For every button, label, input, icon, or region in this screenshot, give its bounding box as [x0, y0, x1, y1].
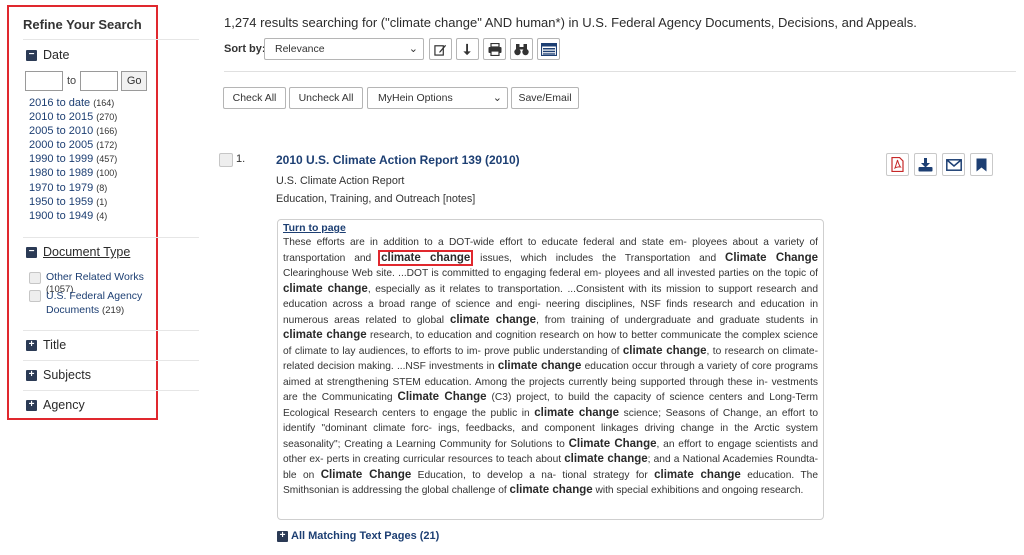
- myhein-label: MyHein Options: [378, 92, 453, 104]
- printer-icon: [488, 42, 501, 56]
- facet-title-toggle[interactable]: + Title: [26, 338, 66, 352]
- sort-select[interactable]: Relevance ⌄: [264, 38, 424, 60]
- snippet-text: These efforts are in addition to a DOT-w…: [283, 237, 819, 496]
- edit-search-button[interactable]: [429, 38, 452, 60]
- divider: [23, 39, 199, 40]
- facet-doc-type-label: Document Type: [43, 245, 131, 259]
- facet-agency-label: Agency: [43, 398, 85, 412]
- divider: [224, 71, 1016, 72]
- facet-date-toggle[interactable]: − Date: [26, 48, 69, 62]
- facet-subjects-toggle[interactable]: + Subjects: [26, 368, 91, 382]
- plus-icon: +: [26, 399, 37, 411]
- sort-label: Sort by:: [224, 43, 266, 55]
- pdf-icon: [891, 157, 904, 172]
- bookmark-icon: [976, 158, 987, 171]
- minus-icon: −: [26, 49, 37, 61]
- date-range-link[interactable]: 1950 to 1959 (1): [29, 195, 117, 209]
- date-range-link[interactable]: 1990 to 1999 (457): [29, 152, 117, 166]
- facet-agency-toggle[interactable]: + Agency: [26, 398, 85, 412]
- divider: [23, 390, 199, 391]
- myhein-options-select[interactable]: MyHein Options ⌄: [367, 87, 508, 109]
- date-range-list: 2016 to date (164) 2010 to 2015 (270) 20…: [29, 96, 117, 223]
- doc-type-option[interactable]: U.S. Federal Agency Documents (219): [29, 289, 142, 318]
- chevron-down-icon: ⌄: [492, 92, 502, 104]
- result-checkbox[interactable]: [219, 153, 233, 167]
- facet-subjects-label: Subjects: [43, 368, 91, 382]
- email-button[interactable]: [942, 153, 965, 176]
- refine-search-panel: Refine Your Search − Date to Go 2016 to …: [7, 5, 199, 420]
- result-section: Education, Training, and Outreach [notes…: [276, 193, 476, 205]
- date-range-link[interactable]: 2005 to 2010 (166): [29, 124, 117, 138]
- date-range-link[interactable]: 1980 to 1989 (100): [29, 166, 117, 180]
- result-title-link[interactable]: 2010 U.S. Climate Action Report 139 (201…: [276, 153, 520, 167]
- search-within-button[interactable]: [510, 38, 533, 60]
- date-to-input[interactable]: [80, 71, 119, 91]
- uncheck-all-button[interactable]: Uncheck All: [289, 87, 363, 109]
- bookmark-button[interactable]: [970, 153, 993, 176]
- download-icon: [918, 157, 933, 171]
- all-matching-pages-link[interactable]: + All Matching Text Pages (21): [277, 530, 439, 542]
- minus-icon: −: [26, 246, 37, 258]
- download-button[interactable]: [914, 153, 937, 176]
- save-email-button[interactable]: Save/Email: [511, 87, 579, 109]
- results-headline: 1,274 results searching for ("climate ch…: [224, 15, 917, 30]
- all-matching-label: All Matching Text Pages (21): [291, 530, 440, 542]
- date-range-link[interactable]: 2000 to 2005 (172): [29, 138, 117, 152]
- result-number: 1.: [236, 153, 246, 165]
- plus-icon: +: [277, 530, 288, 542]
- date-range-link[interactable]: 1970 to 1979 (8): [29, 181, 117, 195]
- checkbox[interactable]: [29, 290, 41, 302]
- edit-icon: [434, 44, 447, 56]
- chevron-down-icon: ⌄: [408, 43, 418, 55]
- refine-title: Refine Your Search: [23, 17, 142, 32]
- plus-icon: +: [26, 369, 37, 381]
- facet-title-label: Title: [43, 338, 67, 352]
- checkbox[interactable]: [29, 272, 41, 284]
- turn-to-page-link[interactable]: Turn to page: [283, 222, 818, 235]
- arrow-down-icon: [462, 43, 471, 55]
- check-all-button[interactable]: Check All: [223, 87, 286, 109]
- view-list-button[interactable]: [537, 38, 560, 60]
- binoculars-icon: [514, 43, 529, 55]
- date-range-link[interactable]: 1900 to 1949 (4): [29, 209, 117, 223]
- divider: [23, 330, 199, 331]
- date-range-form: to Go: [25, 71, 148, 91]
- print-button[interactable]: [483, 38, 506, 60]
- sort-direction-button[interactable]: [456, 38, 479, 60]
- divider: [23, 360, 199, 361]
- facet-doc-type-toggle[interactable]: − Document Type: [26, 245, 130, 259]
- result-source: U.S. Climate Action Report: [276, 175, 405, 187]
- facet-date-label: Date: [43, 48, 70, 62]
- text-snippet: Turn to page These efforts are in additi…: [277, 219, 824, 520]
- date-range-link[interactable]: 2010 to 2015 (270): [29, 110, 117, 124]
- go-button[interactable]: Go: [121, 71, 148, 91]
- to-label: to: [67, 75, 77, 87]
- plus-icon: +: [26, 339, 37, 351]
- divider: [23, 237, 199, 238]
- list-view-icon: [540, 42, 557, 56]
- sort-value: Relevance: [275, 43, 325, 55]
- date-range-link[interactable]: 2016 to date (164): [29, 96, 117, 110]
- date-from-input[interactable]: [25, 71, 63, 91]
- pdf-button[interactable]: [886, 153, 909, 176]
- envelope-icon: [945, 158, 962, 171]
